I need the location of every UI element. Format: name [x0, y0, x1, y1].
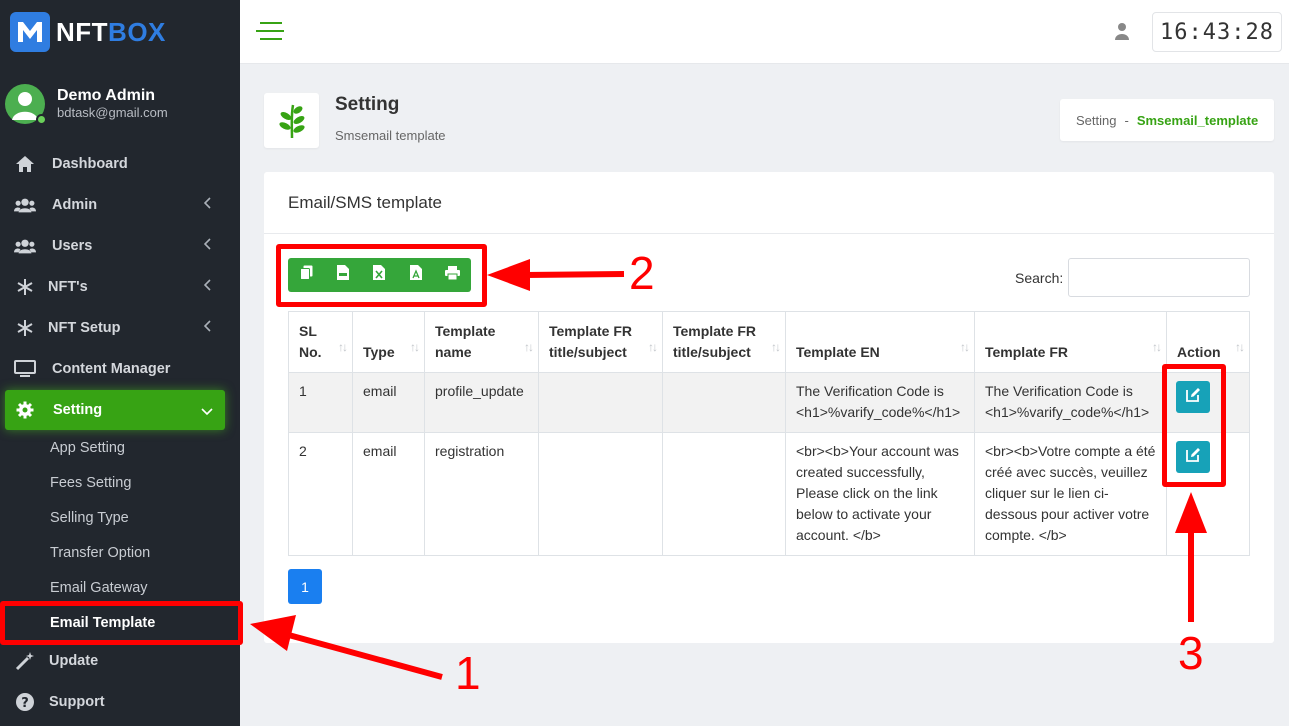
- annotation-number-3: 3: [1178, 627, 1204, 679]
- annotation-number-2: 2: [629, 247, 655, 299]
- annotation-number-1: 1: [455, 647, 481, 699]
- annotation-arrows: [250, 259, 1207, 680]
